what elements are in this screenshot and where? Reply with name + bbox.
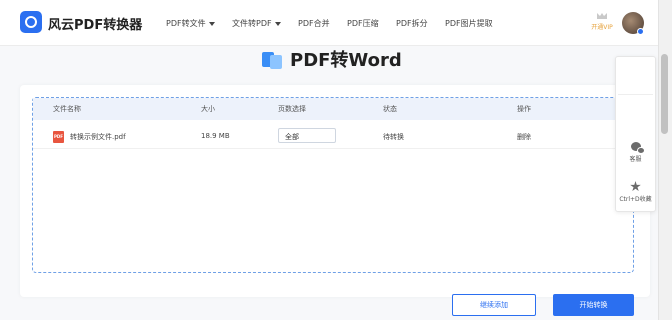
column-header-action: 操作 [517, 105, 531, 113]
nav-pdf-merge[interactable]: PDF合并 [298, 18, 330, 29]
chat-icon [630, 142, 645, 154]
nav-label: PDF转文件 [166, 19, 206, 28]
nav-pdf-compress[interactable]: PDF压缩 [347, 18, 379, 29]
vip-label: 开通VIP [591, 24, 613, 31]
star-icon [630, 181, 641, 192]
bookmark-button[interactable]: Ctrl+D收藏 [615, 181, 656, 203]
column-header-size: 大小 [201, 105, 215, 113]
nav-pdf-image-extract[interactable]: PDF图片提取 [445, 18, 493, 29]
vip-button[interactable]: 开通VIP [590, 13, 614, 31]
nav-file-to-pdf[interactable]: 文件转PDF [232, 18, 281, 29]
crown-icon [597, 13, 607, 19]
status-text: 待转换 [383, 133, 404, 141]
nav-label: 文件转PDF [232, 19, 272, 28]
chevron-down-icon [274, 21, 281, 26]
column-header-file-name: 文件名称 [53, 105, 81, 113]
page-title-text: PDF转Word [290, 50, 402, 71]
file-name: 转换示例文件.pdf [70, 133, 126, 141]
nav-pdf-split[interactable]: PDF拆分 [396, 18, 428, 29]
table-header [33, 98, 633, 120]
delete-link[interactable]: 删除 [517, 132, 531, 142]
avatar-badge-icon [637, 28, 644, 35]
start-conversion-button[interactable]: 开始转换 [553, 294, 634, 316]
scrollbar-thumb[interactable] [661, 54, 668, 134]
column-header-status: 状态 [383, 105, 397, 113]
brand-name[interactable]: 风云PDF转换器 [48, 14, 142, 33]
nav-pdf-to-file[interactable]: PDF转文件 [166, 18, 215, 29]
pdf-file-icon: PDF [53, 131, 64, 143]
chevron-down-icon [208, 21, 215, 26]
column-header-pages: 页数选择 [278, 105, 306, 113]
page-range-input[interactable]: 全部 [278, 128, 336, 143]
customer-service-button[interactable]: 客服 [615, 142, 656, 163]
app-logo-icon[interactable] [20, 11, 42, 33]
pdf-to-word-icon [262, 49, 282, 69]
scrollbar-track[interactable] [658, 0, 672, 320]
page-title: PDF转Word [262, 47, 402, 71]
bookmark-label: Ctrl+D收藏 [619, 196, 652, 203]
add-more-button[interactable]: 继续添加 [452, 294, 536, 316]
file-size: 18.9 MB [201, 132, 230, 140]
customer-service-label: 客服 [629, 156, 642, 163]
side-panel-divider [618, 94, 653, 95]
